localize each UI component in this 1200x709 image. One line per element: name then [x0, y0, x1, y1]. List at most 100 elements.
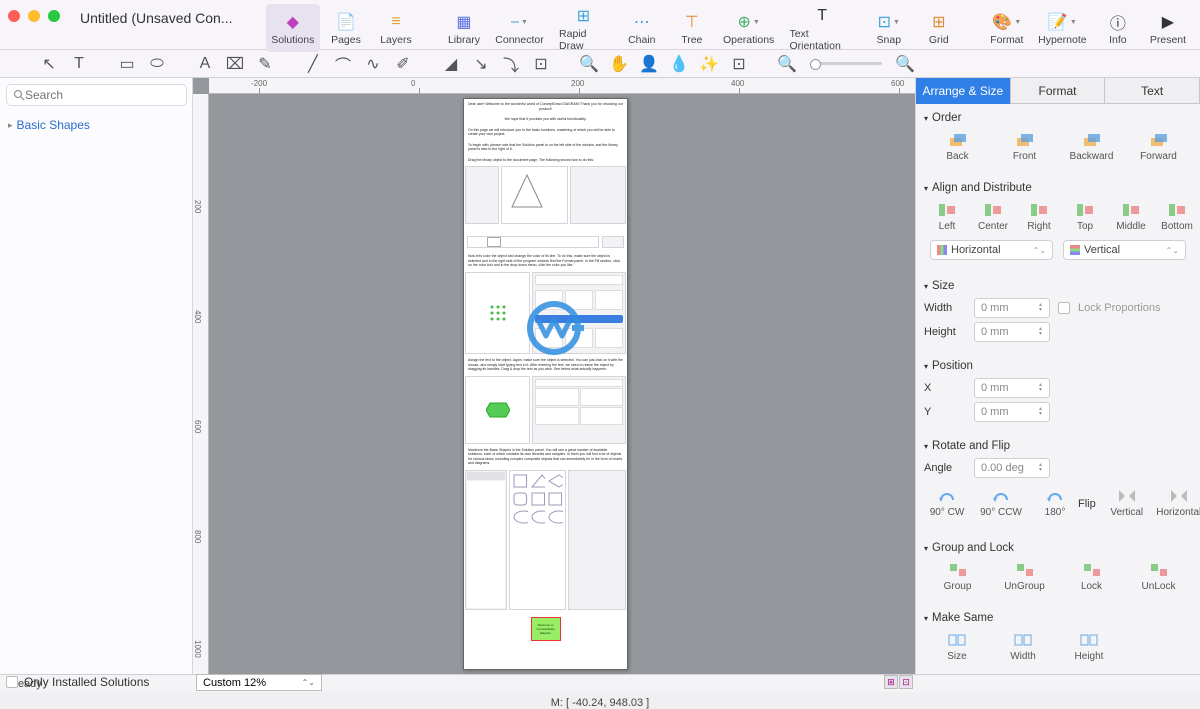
- right-button[interactable]: Right: [1016, 202, 1062, 232]
- toolbar-solutions-button[interactable]: ◆Solutions: [266, 4, 320, 52]
- search-field[interactable]: [25, 88, 180, 102]
- search-input[interactable]: [6, 84, 187, 106]
- line-button[interactable]: ╱: [300, 53, 326, 75]
- text-frame-button[interactable]: ⌧: [222, 53, 248, 75]
- ungroup-button[interactable]: UnGroup: [1002, 562, 1048, 592]
- backward-button[interactable]: Backward: [1069, 132, 1115, 162]
- lock-proportions-checkbox[interactable]: [1058, 302, 1070, 314]
- distribute-vertical-select[interactable]: Vertical⌃⌄: [1063, 240, 1186, 260]
- pan-button[interactable]: ✋: [606, 53, 632, 75]
- forward-button[interactable]: Forward: [1136, 132, 1182, 162]
- zoom-in-button[interactable]: 🔍: [576, 53, 602, 75]
- curve-button[interactable]: ∿: [360, 53, 386, 75]
- section-order-header[interactable]: ▾Order: [924, 108, 1192, 128]
- eraser-button[interactable]: ◢: [438, 53, 464, 75]
- text-box-button[interactable]: T: [66, 53, 92, 75]
- maximize-window-icon[interactable]: [48, 10, 60, 22]
- distribute-horizontal-select[interactable]: Horizontal⌃⌄: [930, 240, 1053, 260]
- arc-button[interactable]: ⌒: [330, 53, 356, 75]
- crop-button[interactable]: ⊡: [726, 53, 752, 75]
- section-makesame-header[interactable]: ▾Make Same: [924, 608, 1192, 628]
- angle-input[interactable]: 0.00 deg▲▼: [974, 458, 1050, 478]
- toolbar-textorient-button[interactable]: TText Orientation: [781, 4, 862, 52]
- curve-icon: ∿: [366, 54, 379, 74]
- section-grouplock-header[interactable]: ▾Group and Lock: [924, 538, 1192, 558]
- ellipse-button[interactable]: ⬭: [144, 53, 170, 75]
- toolbar-rapid-button[interactable]: ⊞Rapid Draw: [551, 4, 616, 52]
- toolbar-connector-button[interactable]: ⎯▼Connector: [490, 4, 549, 52]
- unlock-button[interactable]: UnLock: [1136, 562, 1182, 592]
- height-input[interactable]: 0 mm▲▼: [974, 322, 1050, 342]
- toolbar-format-button[interactable]: 🎨▼Format: [983, 4, 1031, 52]
- connector-tool1-button[interactable]: ↘: [468, 53, 494, 75]
- view-mode-1-button[interactable]: ⊞: [884, 675, 898, 689]
- connector-tool3-button[interactable]: ⊡: [528, 53, 554, 75]
- 90° cw-icon: [937, 488, 957, 504]
- center-button[interactable]: Center: [970, 202, 1016, 232]
- zoom-fit-button[interactable]: 🔍: [892, 53, 918, 75]
- only-installed-checkbox[interactable]: [6, 676, 18, 688]
- note-button[interactable]: ✎: [252, 53, 278, 75]
- middle-button[interactable]: Middle: [1108, 202, 1154, 232]
- height-button[interactable]: Height: [1066, 632, 1112, 662]
- front-button[interactable]: Front: [1002, 132, 1048, 162]
- snap-icon: ⊡▼: [879, 12, 899, 32]
- toolbar-tree-button[interactable]: ⊤Tree: [668, 4, 716, 52]
- zoom-out-button[interactable]: 🔍: [774, 53, 800, 75]
- toolbar-chain-button[interactable]: ⋯Chain: [618, 4, 666, 52]
- section-rotate-header[interactable]: ▾Rotate and Flip: [924, 436, 1192, 456]
- tab-text[interactable]: Text: [1105, 78, 1200, 104]
- zoom-select[interactable]: Custom 12%⌃⌄: [196, 674, 322, 691]
- pointer-button[interactable]: ↖: [36, 53, 62, 75]
- horizontal-button[interactable]: Horizontal: [1156, 488, 1200, 518]
- section-size-header[interactable]: ▾Size: [924, 276, 1192, 296]
- toolbar-library-button[interactable]: ▦Library: [440, 4, 488, 52]
- toolbar-hypernote-button[interactable]: 📝▼Hypernote: [1033, 4, 1092, 52]
- size-button[interactable]: Size: [934, 632, 980, 662]
- 90-ccw-button[interactable]: 90° CCW: [978, 488, 1024, 518]
- toolbar-present-button[interactable]: ▶Present: [1144, 4, 1192, 52]
- line-icon: ╱: [308, 54, 318, 74]
- lock-button[interactable]: Lock: [1069, 562, 1115, 592]
- close-window-icon[interactable]: [8, 10, 20, 22]
- canvas-area[interactable]: -2000200400600 2004006008001000 Dear use…: [193, 78, 915, 674]
- left-button[interactable]: Left: [924, 202, 970, 232]
- connector-tool2-button[interactable]: ⤵: [498, 53, 524, 75]
- x-input[interactable]: 0 mm▲▼: [974, 378, 1050, 398]
- basic-shapes-item[interactable]: ▸ Basic Shapes: [0, 112, 192, 138]
- top-button[interactable]: Top: [1062, 202, 1108, 232]
- doc-p4: Now let's color the object and change th…: [464, 251, 627, 271]
- minimize-window-icon[interactable]: [28, 10, 40, 22]
- toolbar-grid-button[interactable]: ⊞Grid: [915, 4, 963, 52]
- toolbar-layers-button[interactable]: ≡Layers: [372, 4, 420, 52]
- rect-button[interactable]: ▭: [114, 53, 140, 75]
- size-icon: [947, 632, 967, 648]
- 90-cw-button[interactable]: 90° CW: [924, 488, 970, 518]
- width-input[interactable]: 0 mm▲▼: [974, 298, 1050, 318]
- zoom-slider[interactable]: [810, 62, 882, 65]
- document-page[interactable]: Dear user! Welcome to the wonderful worl…: [463, 98, 628, 670]
- toolbar-pages-button[interactable]: 📄Pages: [322, 4, 370, 52]
- 180--button[interactable]: 180°: [1032, 488, 1078, 518]
- bottom-button[interactable]: Bottom: [1154, 202, 1200, 232]
- toolbar-snap-button[interactable]: ⊡▼Snap: [865, 4, 913, 52]
- group-button[interactable]: Group: [935, 562, 981, 592]
- toolbar-info-button[interactable]: ⓘInfo: [1094, 4, 1142, 52]
- back-button[interactable]: Back: [935, 132, 981, 162]
- y-input[interactable]: 0 mm▲▼: [974, 402, 1050, 422]
- magic-button[interactable]: ✨: [696, 53, 722, 75]
- toolbar-operations-button[interactable]: ⊕▼Operations: [718, 4, 780, 52]
- pencil-button[interactable]: ✐: [390, 53, 416, 75]
- left-icon: [937, 202, 957, 218]
- tab-format[interactable]: Format: [1011, 78, 1106, 104]
- person-button[interactable]: 👤: [636, 53, 662, 75]
- y-label: Y: [924, 406, 966, 418]
- dropper-button[interactable]: 💧: [666, 53, 692, 75]
- section-position-header[interactable]: ▾Position: [924, 356, 1192, 376]
- view-mode-2-button[interactable]: ⊡: [899, 675, 913, 689]
- section-align-header[interactable]: ▾Align and Distribute: [924, 178, 1192, 198]
- width-button[interactable]: Width: [1000, 632, 1046, 662]
- text-button[interactable]: A: [192, 53, 218, 75]
- vertical-button[interactable]: Vertical: [1104, 488, 1150, 518]
- tab-arrange-size[interactable]: Arrange & Size: [916, 78, 1011, 104]
